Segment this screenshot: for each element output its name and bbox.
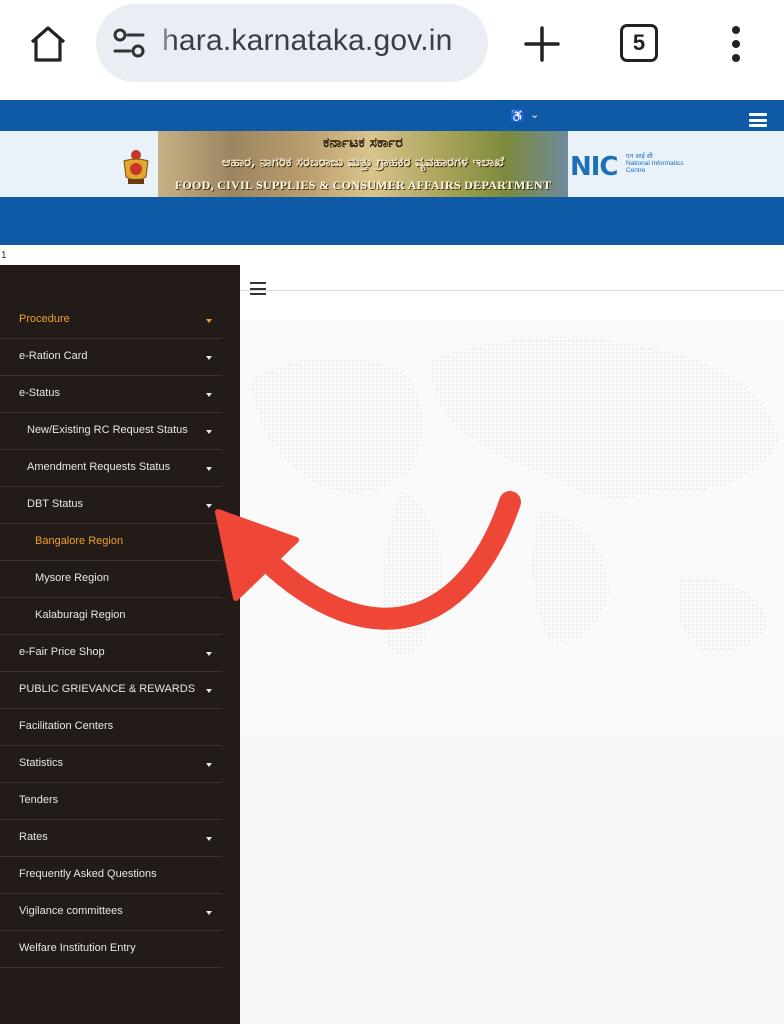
annotation-arrow	[215, 491, 521, 630]
